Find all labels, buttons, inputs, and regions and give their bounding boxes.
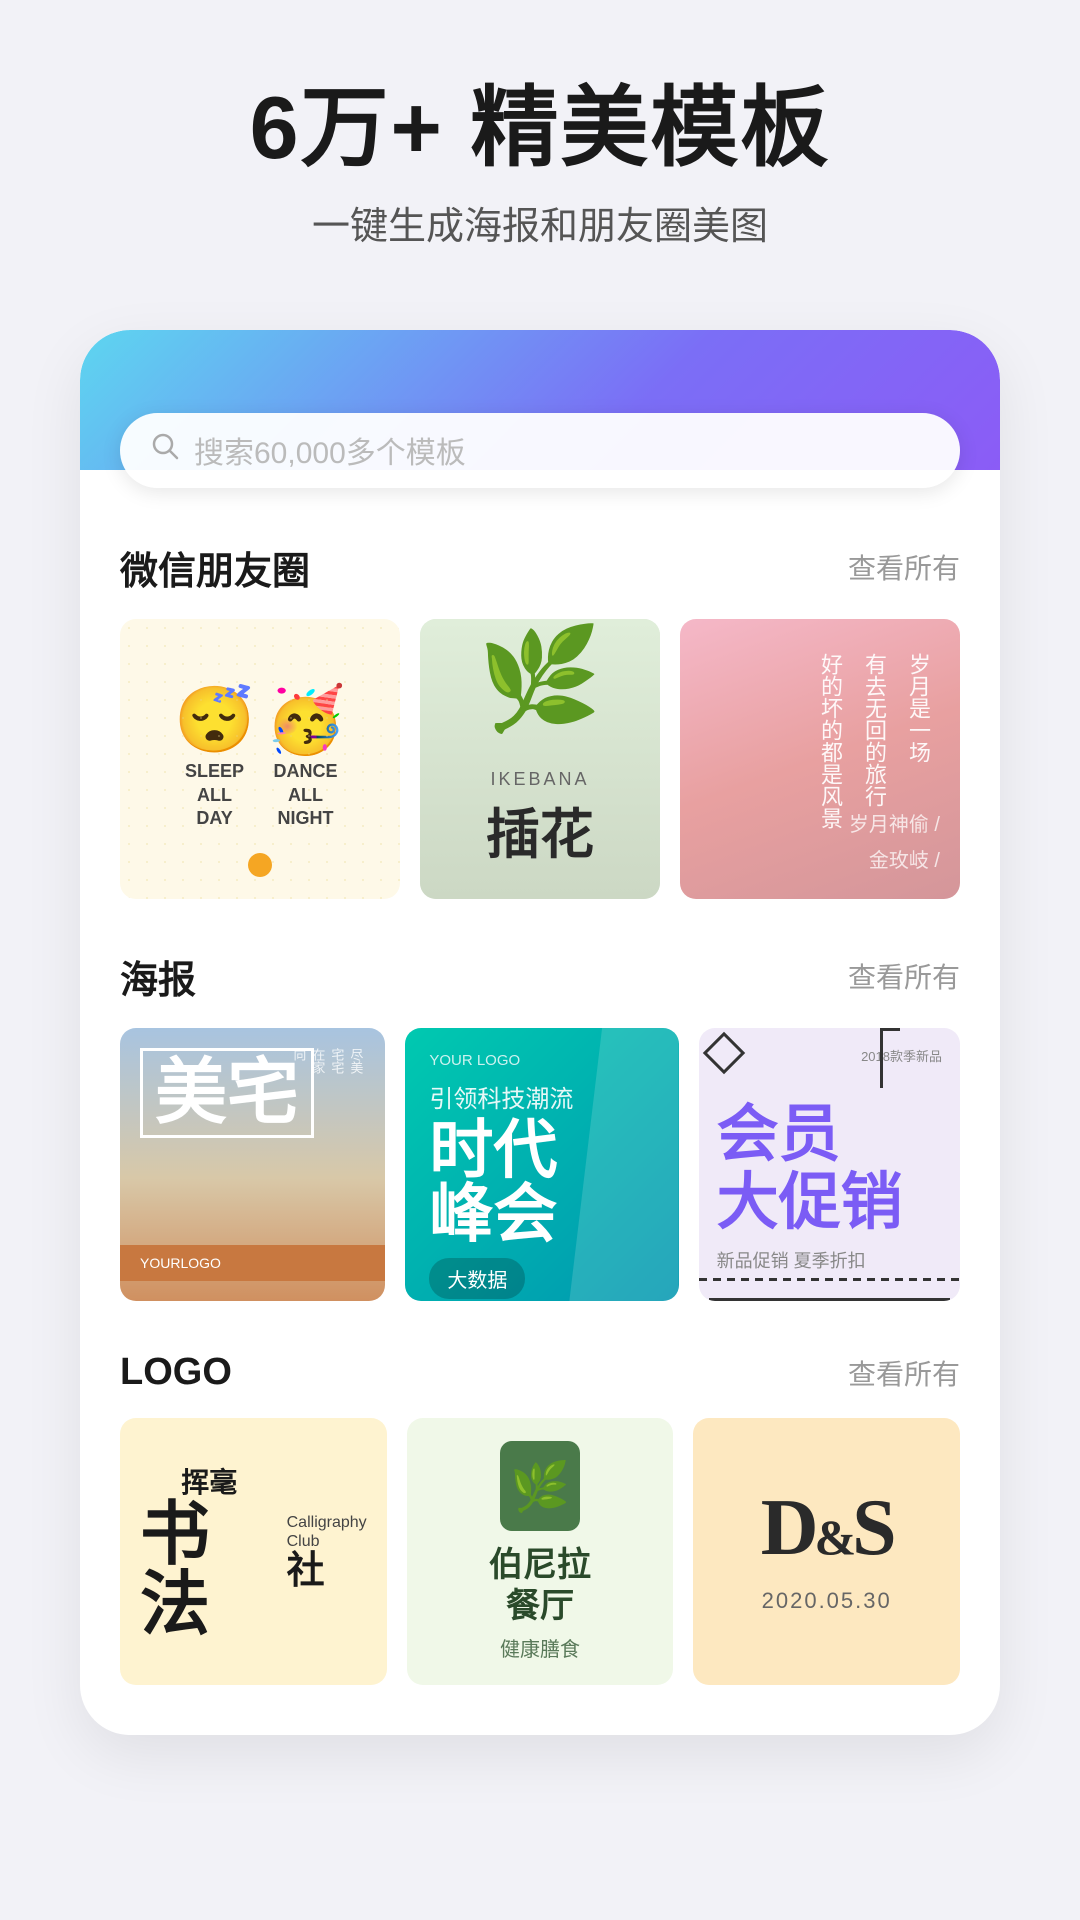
ikebana-cn-text: 插花 bbox=[420, 790, 660, 869]
logo-card-ds[interactable]: D&S 2020.05.30 bbox=[693, 1418, 960, 1685]
wechat-section-header: 微信朋友圈 查看所有 bbox=[120, 540, 960, 595]
search-bar[interactable]: 搜索60,000多个模板 bbox=[120, 413, 960, 488]
logo3-s: S bbox=[852, 1484, 893, 1572]
logo2-name-block: 伯尼拉 餐厅 健康膳食 bbox=[489, 1545, 591, 1662]
logo2-name1: 伯尼拉 bbox=[489, 1546, 591, 1584]
logo-section-header: LOGO 查看所有 bbox=[120, 1351, 960, 1394]
logo2-name2: 餐厅 bbox=[506, 1587, 574, 1625]
poster1-side-text: 尽美宅宅在家向 bbox=[289, 1048, 365, 1074]
poster3-corner bbox=[880, 1028, 900, 1088]
ikebana-leaves-emoji: 🌿 bbox=[478, 629, 603, 729]
gradient-header: 搜索60,000多个模板 bbox=[80, 330, 1000, 470]
logo2-sub-text: 健康膳食 bbox=[489, 1633, 591, 1662]
logo-card-restaurant[interactable]: 🌿 伯尼拉 餐厅 健康膳食 bbox=[407, 1418, 674, 1685]
hero-title: 6万+ 精美模板 bbox=[60, 80, 1020, 177]
phone-card: 搜索60,000多个模板 微信朋友圈 查看所有 😴 SLEEPALLDAY 🥳 bbox=[80, 330, 1000, 1735]
logo3-amp: & bbox=[814, 1509, 852, 1565]
poster3-bottom-line bbox=[709, 1298, 950, 1301]
poster1-top: 美宅 尽美宅宅在家向 bbox=[140, 1048, 365, 1245]
poster3-title-text: 会员 大促销 bbox=[717, 1101, 942, 1237]
search-icon bbox=[150, 431, 180, 469]
poster3-t1: 会员 bbox=[717, 1100, 841, 1169]
poem-line3: 好的坏的都是风景 bbox=[808, 653, 852, 875]
poster3-diamond bbox=[702, 1032, 744, 1074]
logo3-d: D bbox=[761, 1484, 815, 1572]
poster-section-title: 海报 bbox=[120, 949, 196, 1004]
poster3-content: 会员 大促销 新品促销 夏季折扣 bbox=[717, 1101, 942, 1273]
poster-section-header: 海报 查看所有 bbox=[120, 949, 960, 1004]
poster3-sub-text: 新品促销 夏季折扣 bbox=[717, 1247, 942, 1273]
sections-wrapper: 微信朋友圈 查看所有 😴 SLEEPALLDAY 🥳 DANCEALLNIGHT bbox=[80, 540, 1000, 1685]
poster1-logo: YOURLOGO bbox=[140, 1255, 365, 1271]
logo1-cn3: 社 bbox=[287, 1552, 325, 1590]
poster2-btn-label[interactable]: 大数据 bbox=[429, 1258, 525, 1299]
wechat-cards-row: 😴 SLEEPALLDAY 🥳 DANCEALLNIGHT 🌿 IKEBANA … bbox=[120, 619, 960, 899]
ikebana-en-text: IKEBANA bbox=[420, 769, 660, 790]
logo1-en1: Calligraphy bbox=[287, 1513, 367, 1532]
poem-author2: 金玫岐 / bbox=[849, 843, 940, 879]
logo1-en2: Club bbox=[287, 1532, 320, 1551]
wechat-card-sleep-dance[interactable]: 😴 SLEEPALLDAY 🥳 DANCEALLNIGHT bbox=[120, 619, 400, 899]
poem-author-block: 岁月神偷 / 金玫岐 / bbox=[849, 807, 940, 879]
hero-subtitle: 一键生成海报和朋友圈美图 bbox=[60, 195, 1020, 250]
search-placeholder-text: 搜索60,000多个模板 bbox=[194, 428, 466, 472]
hero-section: 6万+ 精美模板 一键生成海报和朋友圈美图 bbox=[0, 0, 1080, 290]
poster3-t2: 大促销 bbox=[717, 1168, 903, 1237]
poster-view-all[interactable]: 查看所有 bbox=[848, 956, 960, 996]
ikebana-text-block: IKEBANA 插花 bbox=[420, 769, 660, 869]
logo1-content: 挥毫 书法 Calligraphy Club 社 bbox=[140, 1461, 367, 1641]
logo1-cn2: 书法 bbox=[140, 1501, 279, 1641]
poster2-title1: 时代 bbox=[429, 1114, 557, 1186]
poster-card-summit[interactable]: YOUR LOGO 引领科技潮流 时代 峰会 大数据 bbox=[405, 1028, 678, 1301]
wechat-view-all[interactable]: 查看所有 bbox=[848, 547, 960, 587]
poster2-title2: 峰会 bbox=[429, 1178, 557, 1250]
logo-card-calligraphy[interactable]: 挥毫 书法 Calligraphy Club 社 bbox=[120, 1418, 387, 1685]
poster3-badge-text: 2018款季新品 bbox=[717, 1046, 942, 1065]
poster-card-member[interactable]: 2018款季新品 会员 大促销 新品促销 夏季折扣 bbox=[699, 1028, 960, 1301]
logo-view-all[interactable]: 查看所有 bbox=[848, 1353, 960, 1393]
logo1-cn-block: 挥毫 书法 bbox=[140, 1461, 279, 1641]
poem-author1: 岁月神偷 / bbox=[849, 807, 940, 843]
logo-section-title: LOGO bbox=[120, 1351, 232, 1394]
poster-cards-row: 美宅 尽美宅宅在家向 YOURLOGO YOUR LOGO 引领科技潮流 时代 … bbox=[120, 1028, 960, 1301]
poster-card-meizhai[interactable]: 美宅 尽美宅宅在家向 YOURLOGO bbox=[120, 1028, 385, 1301]
logo3-letters: D&S bbox=[761, 1488, 893, 1568]
logo1-en-block: Calligraphy Club 社 bbox=[287, 1513, 367, 1589]
logo-cards-row: 挥毫 书法 Calligraphy Club 社 🌿 伯尼拉 餐厅 bbox=[120, 1418, 960, 1685]
wechat-section-title: 微信朋友圈 bbox=[120, 540, 310, 595]
logo2-leaf-icon: 🌿 bbox=[500, 1441, 580, 1531]
logo1-cn1: 挥毫 bbox=[181, 1461, 237, 1501]
wechat-card-ikebana[interactable]: 🌿 IKEBANA 插花 bbox=[420, 619, 660, 899]
wechat-card-poem[interactable]: 岁月是一场 有去无回的旅行 好的坏的都是风景 岁月神偷 / 金玫岐 / bbox=[680, 619, 960, 899]
poster3-bottom-dashes bbox=[699, 1278, 960, 1281]
poster1-big-title: 美宅 bbox=[140, 1048, 314, 1138]
logo3-date-text: 2020.05.30 bbox=[762, 1588, 892, 1614]
logo2-name-text: 伯尼拉 餐厅 bbox=[489, 1545, 591, 1627]
poster1-bottom-bar: YOURLOGO bbox=[120, 1245, 385, 1281]
orange-dot bbox=[248, 853, 272, 877]
